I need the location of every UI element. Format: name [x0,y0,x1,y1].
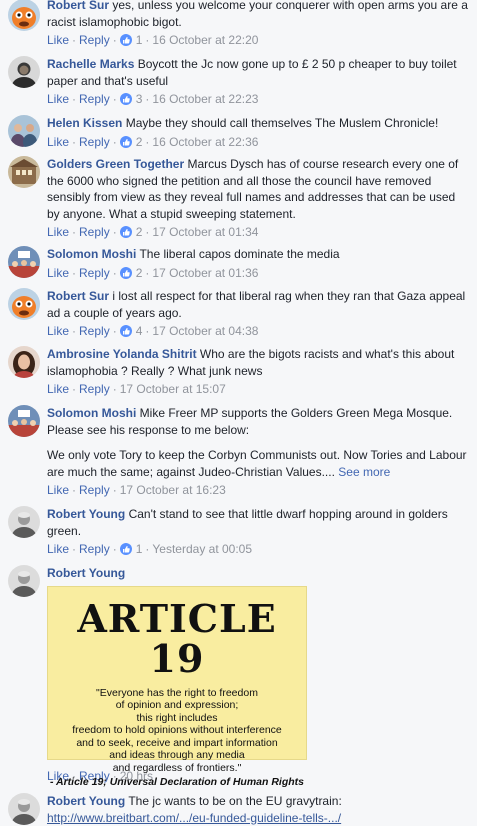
image-quote: "Everyone has the right to freedom of op… [48,687,306,775]
reply-button[interactable]: Reply [79,266,110,280]
woman-avatar-icon[interactable] [8,346,40,378]
comment-author[interactable]: Golders Green Together [47,157,184,171]
quote-line: and ideas through any media [109,749,245,761]
thumbs-up-icon[interactable] [119,226,132,238]
thumbs-up-icon[interactable] [119,266,132,279]
comment-timestamp[interactable]: 17 October at 01:36 [152,266,258,280]
comment-actions: Like · Reply · 2 · 17 October at 01:36 [47,265,259,280]
comment-text: The jc wants to be on the EU gravytrain: [128,794,342,808]
thumbs-up-icon[interactable] [119,135,132,148]
reply-button[interactable]: Reply [79,225,110,239]
reply-button[interactable]: Reply [79,542,110,556]
crowd-avatar-icon[interactable] [8,405,40,437]
building-avatar-icon[interactable] [8,156,40,188]
reply-button[interactable]: Reply [79,135,110,149]
comment-actions: Like · Reply · 4 · 17 October at 04:38 [47,324,259,338]
like-button[interactable]: Like [47,324,69,338]
comment-author[interactable]: Robert Young [47,794,125,808]
comment-author[interactable]: Robert Sur [47,289,109,303]
like-button[interactable]: Like [47,135,69,149]
puppet-avatar-icon[interactable] [8,0,40,31]
comment-timestamp[interactable]: 17 October at 16:23 [120,483,226,497]
image-citation: - Article 19; Universal Declaration of H… [49,776,304,788]
reply-button[interactable]: Reply [79,382,110,396]
thumbs-up-icon[interactable] [119,325,132,337]
quote-line: this right includes [136,711,218,724]
like-button[interactable]: Like [47,542,69,556]
comment-author[interactable]: Helen Kissen [47,116,122,130]
comment-link[interactable]: http://www.breitbart.com/.../eu-funded-g… [47,811,341,825]
group-avatar-icon[interactable] [8,115,40,147]
comment-text: The liberal capos dominate the media [139,247,340,261]
comment-text: yes, unless you welcome your conquerer w… [47,0,468,29]
comment-author[interactable]: Solomon Moshi [47,247,136,261]
quote-line: of opinion and expression; [115,699,239,711]
like-button[interactable]: Like [47,92,69,106]
comment-timestamp[interactable]: 17 October at 04:38 [152,324,258,338]
image-title: ARTICLE 19 [77,595,277,681]
like-button[interactable]: Like [47,483,69,497]
thumbs-up-icon[interactable] [119,93,132,105]
comment-actions: Like · Reply · 3 · 16 October at 22:23 [47,92,259,106]
like-button[interactable]: Like [47,266,69,280]
comment-actions: Like · Reply · 2 · 17 October at 01:34 [47,225,259,239]
puppet-avatar-icon[interactable] [8,288,40,320]
quote-line: "Everyone has the right to freedom [96,686,258,699]
comment-author[interactable]: Robert Sur [47,0,109,12]
quote-line: and to seek, receive and impart informat… [76,736,278,749]
comment-actions: Like · Reply · 1 · Yesterday at 00:05 [47,542,253,556]
comment-text-continued: We only vote Tory to keep the Corbyn Com… [47,448,467,479]
like-button[interactable]: Like [47,382,69,396]
comment-timestamp[interactable]: 17 October at 01:34 [152,225,258,239]
comment-actions: Like · Reply · 17 October at 16:23 [47,483,226,497]
comment-author[interactable]: Robert Young [47,566,125,580]
comment-actions: Like · Reply · 17 October at 15:07 [47,382,226,396]
like-button[interactable]: Like [47,33,69,47]
comment-timestamp[interactable]: 16 October at 22:36 [152,135,258,149]
reply-button[interactable]: Reply [79,324,110,338]
man-avatar-icon[interactable] [8,56,40,88]
comment-timestamp[interactable]: 17 October at 15:07 [120,382,226,396]
comment-actions: Like · Reply · 1 · 16 October at 22:20 [47,33,259,47]
elder-avatar-icon[interactable] [8,565,40,597]
comment-timestamp[interactable]: 16 October at 22:23 [152,92,258,106]
comment-timestamp[interactable]: Yesterday at 00:05 [152,542,252,556]
thumbs-up-icon[interactable] [119,34,132,46]
comment-list: Robert Sur yes, unless you welcome your … [0,0,477,826]
quote-line: freedom to hold opinions without interfe… [72,724,282,736]
comment-timestamp[interactable]: 16 October at 22:20 [152,33,258,47]
comment-attached-image[interactable]: ARTICLE 19 "Everyone has the right to fr… [47,585,307,788]
comment-text: i lost all respect for that liberal rag … [47,289,466,320]
crowd-avatar-icon[interactable] [8,246,40,278]
see-more-link[interactable]: See more [338,465,390,479]
reply-button[interactable]: Reply [79,92,110,106]
reply-button[interactable]: Reply [79,483,110,497]
comment-author[interactable]: Ambrosine Yolanda Shitrit [47,347,197,361]
comment-author[interactable]: Robert Young [47,507,125,521]
comment-actions: Like · Reply · 2 · 16 October at 22:36 [47,134,259,149]
like-button[interactable]: Like [47,225,69,239]
comment-text: Maybe they should call themselves The Mu… [125,116,439,130]
thumbs-up-icon[interactable] [119,543,132,555]
comment-author[interactable]: Rachelle Marks [47,57,134,71]
reply-button[interactable]: Reply [79,33,110,47]
comment-author[interactable]: Solomon Moshi [47,406,136,420]
elder-avatar-icon[interactable] [8,793,40,825]
elder-avatar-icon[interactable] [8,506,40,538]
quote-line: and regardless of frontiers." [112,761,242,774]
